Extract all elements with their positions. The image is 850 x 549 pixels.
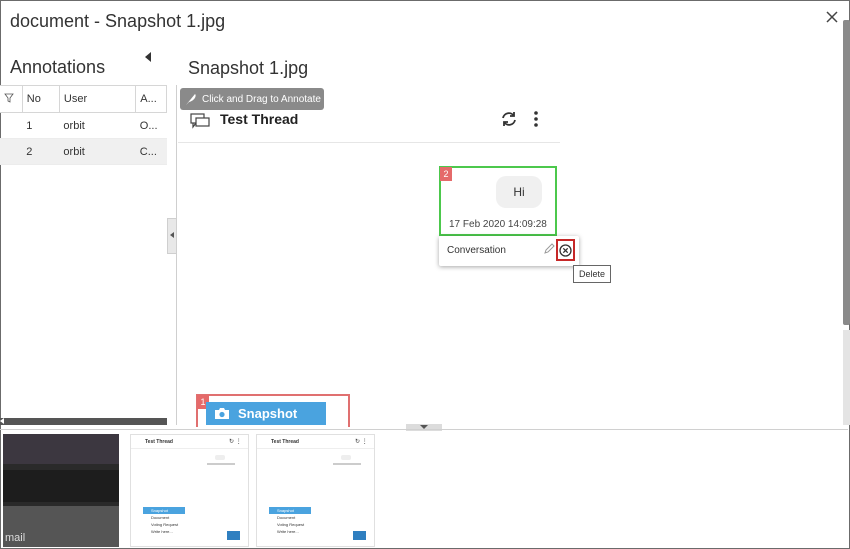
more-options-icon[interactable]: [532, 110, 540, 128]
thumbnail-icons: ↻ ⋮: [355, 439, 368, 445]
thumbnail-title: Test Thread: [271, 439, 299, 445]
column-header-no[interactable]: No: [22, 85, 60, 113]
popup-label: Conversation: [447, 245, 506, 256]
annotations-title: Annotations: [10, 57, 106, 77]
thumbnail-menu-item: Document: [151, 515, 170, 520]
thumbnail-bubble: [215, 455, 225, 460]
delete-tooltip: Delete: [573, 265, 611, 283]
thumbnail-menu-item: Voting Request: [277, 522, 305, 527]
column-header-a[interactable]: A...: [135, 85, 167, 113]
scroll-left-icon[interactable]: [0, 418, 4, 424]
chat-icon: [190, 113, 210, 129]
table-row[interactable]: 2 orbit C...: [0, 138, 167, 165]
collapse-panel-icon[interactable]: [145, 52, 151, 62]
cell-a: C...: [135, 138, 167, 165]
splitter-handle[interactable]: [167, 218, 177, 254]
annotate-button-label: Click and Drag to Annotate: [202, 93, 321, 105]
annotation-2-badge: 2: [440, 167, 452, 181]
thumbnail-menu: Snapshot Document Voting Request Write h…: [143, 507, 185, 535]
vertical-scrollbar-track[interactable]: [843, 330, 850, 425]
cell-user: orbit: [59, 138, 136, 165]
delete-icon: [559, 243, 572, 257]
thumbnail-icons: ↻ ⋮: [229, 439, 242, 445]
thread-title: Test Thread: [220, 111, 299, 127]
thumbnail-menu-item: Write here...: [277, 529, 299, 534]
refresh-icon[interactable]: [500, 110, 518, 128]
delete-button[interactable]: [556, 239, 575, 261]
annotation-popup: Conversation: [439, 236, 579, 266]
thread-divider: [178, 142, 560, 143]
thumbnail-stamp: [333, 463, 361, 465]
thumbnail-band: [3, 434, 119, 464]
thumbnail-send-icon: [353, 531, 366, 540]
thumbnail-menu-item: Voting Request: [151, 522, 179, 527]
thumbnail-stamp: [207, 463, 235, 465]
thumbnail-strip-divider: [0, 429, 848, 430]
camera-icon: [215, 408, 229, 419]
snapshot-button-label: Snapshot: [238, 406, 298, 421]
message-bubble: Hi: [496, 176, 542, 208]
thumbnail-divider: [131, 448, 248, 449]
window-title: document - Snapshot 1.jpg: [10, 11, 226, 31]
snapshot-button[interactable]: Snapshot: [206, 402, 326, 425]
thumbnail-menu-item: Snapshot: [269, 507, 311, 514]
thumbnail-menu-item: Write here...: [151, 529, 173, 534]
thumbnail-send-icon: [227, 531, 240, 540]
thumbnail-menu: Snapshot Document Voting Request Write h…: [269, 507, 311, 535]
thumbnail-divider: [257, 448, 374, 449]
filter-icon[interactable]: [4, 93, 14, 103]
thumbnail-band: [3, 470, 119, 502]
horizontal-scrollbar[interactable]: [0, 418, 167, 425]
thumbnail-2[interactable]: Test Thread ↻ ⋮ Snapshot Document Voting…: [130, 434, 249, 547]
viewer-title: Snapshot 1.jpg: [188, 58, 309, 78]
filter-header[interactable]: [0, 85, 23, 113]
table-row[interactable]: 1 orbit O...: [0, 112, 167, 139]
thumbnail-bubble: [341, 455, 351, 460]
annotations-table: No User A... 1 orbit O... 2 orbit C...: [0, 85, 167, 165]
close-icon[interactable]: [824, 9, 840, 25]
cell-a: O...: [135, 112, 167, 139]
cell-no: 2: [22, 138, 60, 165]
annotate-button[interactable]: Click and Drag to Annotate: [180, 88, 324, 110]
feather-icon: [186, 94, 196, 105]
thumbnail-menu-item: Document: [277, 515, 296, 520]
dialog-frame: [0, 0, 850, 549]
message-timestamp: 17 Feb 2020 14:09:28: [449, 219, 547, 230]
cell-no: 1: [22, 112, 60, 139]
cell-user: orbit: [59, 112, 136, 139]
column-header-user[interactable]: User: [59, 85, 137, 113]
edit-icon[interactable]: [543, 243, 555, 255]
vertical-scrollbar[interactable]: [843, 20, 850, 325]
thumbnail-caption: mail: [5, 532, 26, 544]
thumbnail-menu-item: Snapshot: [143, 507, 185, 514]
thumbnail-3[interactable]: Test Thread ↻ ⋮ Snapshot Document Voting…: [256, 434, 375, 547]
panel-divider: [176, 85, 177, 425]
thumbnail-1[interactable]: mail: [3, 434, 119, 547]
thumbnail-title: Test Thread: [145, 439, 173, 445]
